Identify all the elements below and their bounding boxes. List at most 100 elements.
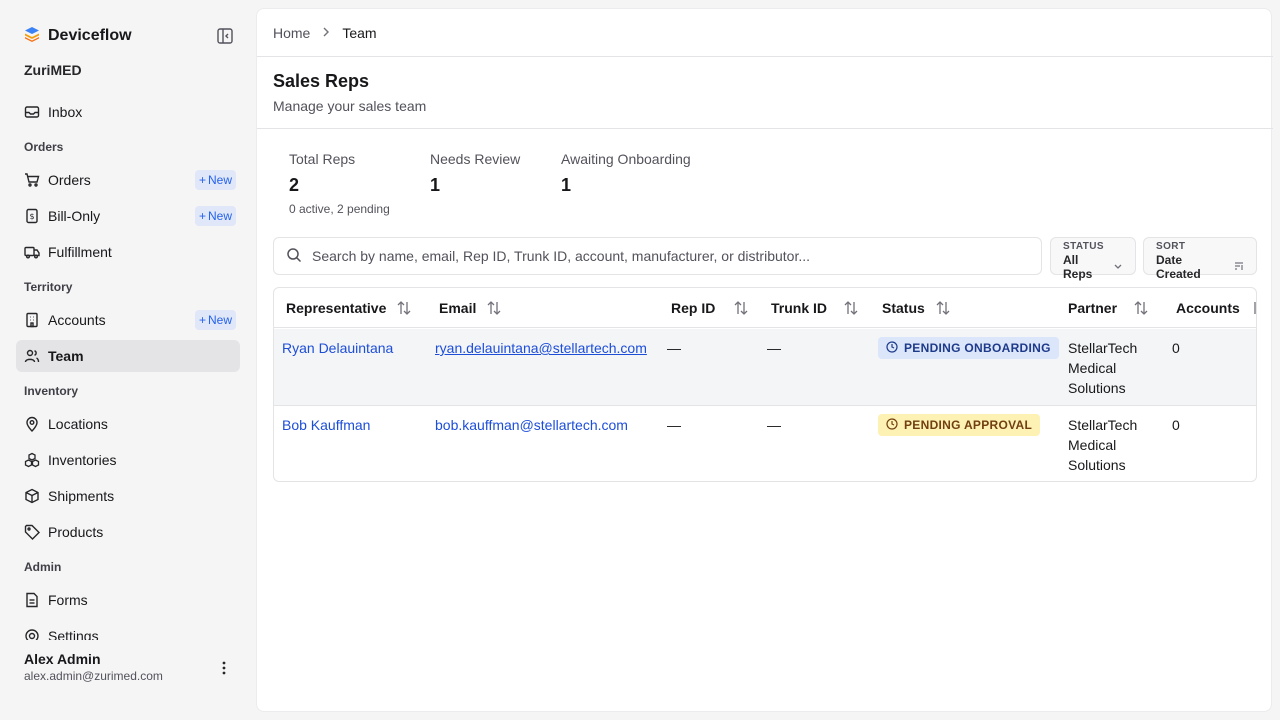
sort-icon xyxy=(486,300,502,316)
sidebar-item-settings[interactable]: Settings xyxy=(16,628,240,640)
stat-value: 1 xyxy=(430,175,441,195)
column-header-representative[interactable]: Representative xyxy=(286,288,412,328)
page-title: Sales Reps xyxy=(273,71,370,91)
partner-line: Solutions xyxy=(1068,457,1126,473)
brand[interactable]: Deviceflow xyxy=(24,26,132,45)
status-badge: PENDING APPROVAL xyxy=(878,414,1041,436)
table-header: Representative Email Rep ID Trunk ID Sta… xyxy=(274,288,1256,328)
new-label: New xyxy=(207,173,232,187)
stat-note: 0 active, 2 pending xyxy=(289,202,390,216)
sidebar-item-products[interactable]: Products xyxy=(16,516,240,548)
rep-email-link[interactable]: bob.kauffman@stellartech.com xyxy=(435,415,628,435)
column-header-rep-id[interactable]: Rep ID xyxy=(671,288,749,328)
rep-id-cell: — xyxy=(667,417,681,433)
sidebar-item-label: Locations xyxy=(48,416,108,432)
status-text: PENDING APPROVAL xyxy=(904,418,1033,432)
breadcrumb-home[interactable]: Home xyxy=(273,25,310,41)
sort-icon xyxy=(1133,300,1149,316)
title-divider xyxy=(257,128,1273,129)
gear-icon xyxy=(24,628,40,640)
column-label: Trunk ID xyxy=(771,300,828,316)
sidebar: Deviceflow ZuriMED Inbox Orders Orders +… xyxy=(0,0,256,720)
new-order-button[interactable]: + New xyxy=(194,170,236,190)
partner-line: StellarTech xyxy=(1068,417,1138,433)
column-header-accounts[interactable]: Accounts xyxy=(1176,288,1256,328)
column-label: Rep ID xyxy=(671,300,716,316)
new-account-button[interactable]: + New xyxy=(194,310,236,330)
breadcrumb-current: Team xyxy=(342,25,377,41)
partner-line: StellarTech xyxy=(1068,340,1138,356)
status-filter-select[interactable]: STATUS All Reps xyxy=(1050,237,1136,281)
column-label: Accounts xyxy=(1176,300,1240,316)
boxes-icon xyxy=(24,452,40,468)
rep-name-link[interactable]: Ryan Delauintana xyxy=(282,338,393,358)
deviceflow-logo-icon xyxy=(24,26,40,45)
users-icon xyxy=(24,348,40,364)
sort-icon xyxy=(1250,300,1256,316)
table-row[interactable]: Bob Kauffman bob.kauffman@stellartech.co… xyxy=(274,406,1256,481)
column-label: Partner xyxy=(1068,300,1118,316)
sort-icon xyxy=(935,300,951,316)
column-header-status[interactable]: Status xyxy=(882,288,951,328)
sidebar-item-accounts[interactable]: Accounts + New xyxy=(16,304,240,336)
sidebar-item-team[interactable]: Team xyxy=(16,340,240,372)
sidebar-item-inventories[interactable]: Inventories xyxy=(16,444,240,476)
status-badge: PENDING ONBOARDING xyxy=(878,337,1059,359)
sidebar-item-forms[interactable]: Forms xyxy=(16,584,240,616)
org-name: ZuriMED xyxy=(24,62,82,78)
sidebar-item-inbox[interactable]: Inbox xyxy=(16,96,240,128)
sort-icon xyxy=(843,300,859,316)
table-row[interactable]: Ryan Delauintana ryan.delauintana@stella… xyxy=(274,329,1256,406)
column-header-trunk-id[interactable]: Trunk ID xyxy=(771,288,859,328)
plus-icon: + xyxy=(198,313,206,327)
column-header-email[interactable]: Email xyxy=(439,288,502,328)
search-input[interactable] xyxy=(312,248,1012,264)
stat-label: Awaiting Onboarding xyxy=(561,151,691,167)
column-label: Status xyxy=(882,300,925,316)
trunk-id-cell: — xyxy=(767,417,781,433)
chevron-right-icon xyxy=(320,25,332,41)
sidebar-item-label: Inbox xyxy=(48,104,83,120)
stat-label: Total Reps xyxy=(289,151,356,167)
stat-value: 1 xyxy=(561,175,572,195)
sidebar-item-fulfillment[interactable]: Fulfillment xyxy=(16,236,240,268)
trunk-id-cell: — xyxy=(767,340,781,356)
stat-value: 2 xyxy=(289,175,300,195)
search-box[interactable] xyxy=(273,237,1042,275)
column-header-partner[interactable]: Partner xyxy=(1068,288,1149,328)
status-text: PENDING ONBOARDING xyxy=(904,341,1051,355)
section-label-orders: Orders xyxy=(24,140,64,154)
more-vertical-icon[interactable] xyxy=(216,660,232,676)
sort-icon xyxy=(396,300,412,316)
sidebar-scroll-clip: Settings xyxy=(16,628,240,640)
sort-select[interactable]: SORT Date Created xyxy=(1143,237,1257,281)
sidebar-item-bill-only[interactable]: $ Bill-Only + New xyxy=(16,200,240,232)
sidebar-item-orders[interactable]: Orders + New xyxy=(16,164,240,196)
file-text-icon xyxy=(24,592,40,608)
sidebar-item-shipments[interactable]: Shipments xyxy=(16,480,240,512)
rep-email-link[interactable]: ryan.delauintana@stellartech.com xyxy=(435,338,647,358)
filter-value: Date Created xyxy=(1156,253,1201,281)
rep-id-cell: — xyxy=(667,340,681,356)
new-bill-only-button[interactable]: + New xyxy=(194,206,236,226)
clock-icon xyxy=(886,417,898,433)
sidebar-item-locations[interactable]: Locations xyxy=(16,408,240,440)
new-label: New xyxy=(207,313,232,327)
partner-line: Medical xyxy=(1068,437,1117,453)
partner-line: Medical xyxy=(1068,360,1117,376)
cart-icon xyxy=(24,172,40,188)
map-pin-icon xyxy=(24,416,40,432)
filter-value: All Reps xyxy=(1063,253,1093,281)
sort-icon xyxy=(733,300,749,316)
sales-reps-table: Representative Email Rep ID Trunk ID Sta… xyxy=(273,287,1257,482)
rep-name-link[interactable]: Bob Kauffman xyxy=(282,415,370,435)
sidebar-item-label: Settings xyxy=(48,628,99,640)
chevron-down-icon xyxy=(1113,260,1123,274)
plus-icon: + xyxy=(198,173,206,187)
sidebar-item-label: Forms xyxy=(48,592,88,608)
user-profile[interactable]: Alex Admin alex.admin@zurimed.com xyxy=(24,651,163,683)
sidebar-collapse-icon[interactable] xyxy=(216,27,234,45)
stat-awaiting-onboarding: Awaiting Onboarding 1 xyxy=(561,151,691,196)
header-divider xyxy=(257,56,1273,57)
sidebar-item-label: Products xyxy=(48,524,104,540)
